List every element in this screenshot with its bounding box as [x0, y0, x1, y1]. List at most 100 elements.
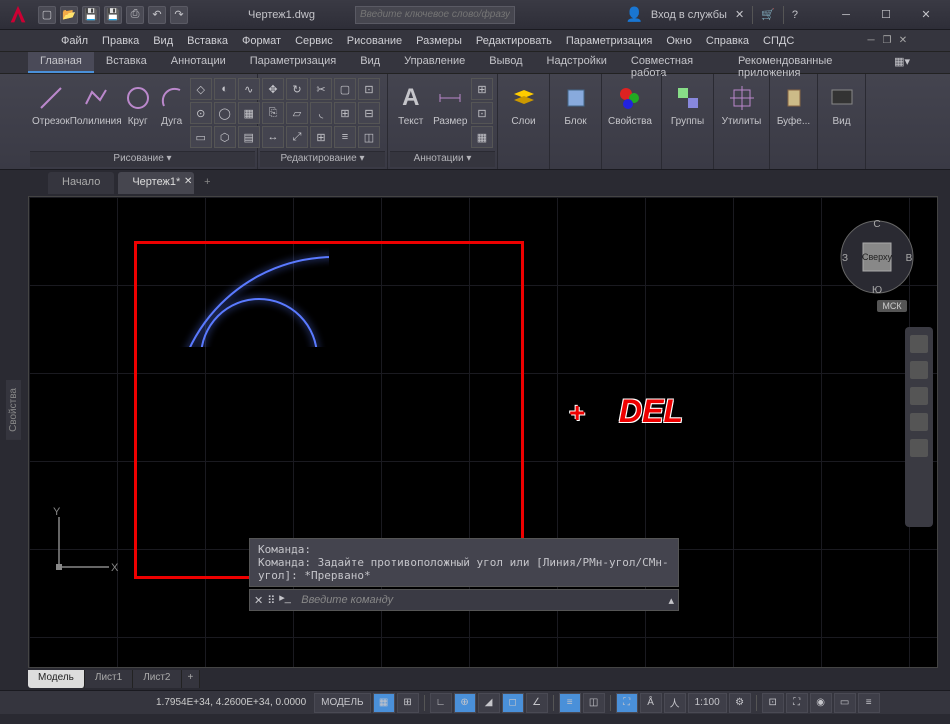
- edit-15[interactable]: ◫: [358, 126, 380, 148]
- tool-dimension[interactable]: Размер: [432, 78, 470, 127]
- tool-view[interactable]: Вид: [822, 78, 861, 127]
- infocenter-search[interactable]: [355, 6, 515, 24]
- edit-5[interactable]: ⊡: [358, 78, 380, 100]
- status-grid-icon[interactable]: ▦: [373, 693, 395, 713]
- status-gear-icon[interactable]: ⚙: [729, 693, 751, 713]
- doc-minimize-icon[interactable]: ─: [864, 34, 878, 48]
- tab-layout1[interactable]: Лист1: [85, 670, 133, 688]
- doc-restore-icon[interactable]: ❐: [880, 34, 894, 48]
- menu-help[interactable]: Справка: [700, 33, 755, 49]
- edit-10[interactable]: ⊟: [358, 102, 380, 124]
- edit-14[interactable]: ≡: [334, 126, 356, 148]
- annot-small-1[interactable]: ⊞: [471, 78, 493, 100]
- edit-trim-icon[interactable]: ✂: [310, 78, 332, 100]
- rtab-collab[interactable]: Совместная работа: [619, 52, 726, 73]
- rtab-home[interactable]: Главная: [28, 52, 94, 73]
- viewcube[interactable]: Сверху С В Ю З МСК: [837, 217, 917, 297]
- rtab-annotate[interactable]: Аннотации: [159, 52, 238, 73]
- filetab-drawing1[interactable]: Чертеж1*✕: [118, 172, 194, 194]
- rtab-extra-icon[interactable]: ▦▾: [882, 52, 922, 73]
- properties-palette-tab[interactable]: Свойства: [6, 380, 21, 440]
- status-coords[interactable]: 1.7954E+34, 4.2600E+34, 0.0000: [150, 697, 312, 708]
- app-logo[interactable]: [4, 3, 32, 27]
- status-custom-icon[interactable]: ≡: [858, 693, 880, 713]
- draw-small-6[interactable]: ▦: [238, 102, 260, 124]
- edit-copy-icon[interactable]: ⎘: [262, 102, 284, 124]
- drawing-area[interactable]: + DEL X Y Сверху С В Ю З МСК Команда:: [28, 196, 938, 668]
- filetab-start[interactable]: Начало: [48, 172, 114, 194]
- tool-arc[interactable]: Дуга: [156, 78, 188, 127]
- qat-saveas-icon[interactable]: 💾: [104, 6, 122, 24]
- tool-utilities[interactable]: Утилиты: [718, 78, 765, 127]
- maximize-button[interactable]: ☐: [866, 1, 906, 29]
- filetab-close-icon[interactable]: ✕: [184, 176, 192, 187]
- signin-button[interactable]: Вход в службы: [651, 9, 727, 21]
- help-icon[interactable]: ?: [792, 9, 798, 21]
- rtab-manage[interactable]: Управление: [392, 52, 477, 73]
- tool-circle[interactable]: Круг: [122, 78, 154, 127]
- tool-line[interactable]: Отрезок: [32, 78, 70, 127]
- edit-4[interactable]: ▢: [334, 78, 356, 100]
- draw-small-5[interactable]: ◯: [214, 102, 236, 124]
- qat-open-icon[interactable]: 📂: [60, 6, 78, 24]
- doc-close-icon[interactable]: ✕: [896, 34, 910, 48]
- annot-small-3[interactable]: ▦: [471, 126, 493, 148]
- draw-small-4[interactable]: ⊙: [190, 102, 212, 124]
- tool-block[interactable]: Блок: [554, 78, 597, 127]
- status-hw-icon[interactable]: ◉: [810, 693, 832, 713]
- tab-add-layout[interactable]: +: [182, 670, 201, 688]
- draw-small-1[interactable]: ◇: [190, 78, 212, 100]
- rtab-output[interactable]: Вывод: [477, 52, 534, 73]
- cmd-close-icon[interactable]: ✕: [254, 594, 263, 607]
- status-scale[interactable]: 1:100: [688, 693, 727, 713]
- status-osnap-icon[interactable]: ◻: [502, 693, 524, 713]
- menu-modify[interactable]: Редактировать: [470, 33, 558, 49]
- tool-polyline[interactable]: Полилиния: [72, 78, 120, 127]
- edit-rotate-icon[interactable]: ↻: [286, 78, 308, 100]
- menu-edit[interactable]: Правка: [96, 33, 145, 49]
- status-ortho-icon[interactable]: ∟: [430, 693, 452, 713]
- status-clean-icon[interactable]: ▭: [834, 693, 856, 713]
- minimize-button[interactable]: ─: [826, 1, 866, 29]
- rtab-featured[interactable]: Рекомендованные приложения: [726, 52, 882, 73]
- qat-save-icon[interactable]: 💾: [82, 6, 100, 24]
- edit-stretch-icon[interactable]: ↔: [262, 126, 284, 148]
- status-otrack-icon[interactable]: ∠: [526, 693, 548, 713]
- qat-plot-icon[interactable]: ⎙: [126, 6, 144, 24]
- filetab-add-button[interactable]: +: [198, 176, 216, 194]
- cart-icon[interactable]: 🛒: [761, 8, 775, 21]
- draw-small-9[interactable]: ▤: [238, 126, 260, 148]
- menu-window[interactable]: Окно: [660, 33, 698, 49]
- close-button[interactable]: ✕: [906, 1, 946, 29]
- nav-pan-icon[interactable]: [910, 361, 928, 379]
- nav-showmotion-icon[interactable]: [910, 439, 928, 457]
- menu-insert[interactable]: Вставка: [181, 33, 234, 49]
- panel-draw-title[interactable]: Рисование ▾: [30, 151, 255, 167]
- status-annovis-icon[interactable]: Å: [640, 693, 662, 713]
- menu-draw[interactable]: Рисование: [341, 33, 408, 49]
- tool-groups[interactable]: Группы: [666, 78, 709, 127]
- status-model[interactable]: МОДЕЛЬ: [314, 693, 370, 713]
- exchange-icon[interactable]: ✕: [735, 8, 744, 21]
- status-transparency-icon[interactable]: ◫: [583, 693, 605, 713]
- menu-parametric[interactable]: Параметризация: [560, 33, 658, 49]
- nav-steering-icon[interactable]: [910, 335, 928, 353]
- nav-zoom-icon[interactable]: [910, 387, 928, 405]
- draw-small-3[interactable]: ∿: [238, 78, 260, 100]
- ucs-icon[interactable]: X Y: [39, 507, 119, 587]
- edit-9[interactable]: ⊞: [334, 102, 356, 124]
- status-annoauto-icon[interactable]: 人: [664, 693, 686, 713]
- tab-layout2[interactable]: Лист2: [133, 670, 181, 688]
- status-annoscale-icon[interactable]: ⛶: [616, 693, 638, 713]
- tool-clipboard[interactable]: Буфе...: [774, 78, 813, 127]
- annot-small-2[interactable]: ⊡: [471, 102, 493, 124]
- nav-orbit-icon[interactable]: [910, 413, 928, 431]
- tab-model[interactable]: Модель: [28, 670, 85, 688]
- command-input[interactable]: ✕ ⠿ ▸_ Введите команду ▴: [249, 589, 679, 611]
- panel-edit-title[interactable]: Редактирование ▾: [260, 151, 385, 167]
- menu-spds[interactable]: СПДС: [757, 33, 800, 49]
- status-max-icon[interactable]: ⛶: [786, 693, 808, 713]
- rtab-view[interactable]: Вид: [348, 52, 392, 73]
- panel-annot-title[interactable]: Аннотации ▾: [390, 151, 495, 167]
- status-lineweight-icon[interactable]: ≡: [559, 693, 581, 713]
